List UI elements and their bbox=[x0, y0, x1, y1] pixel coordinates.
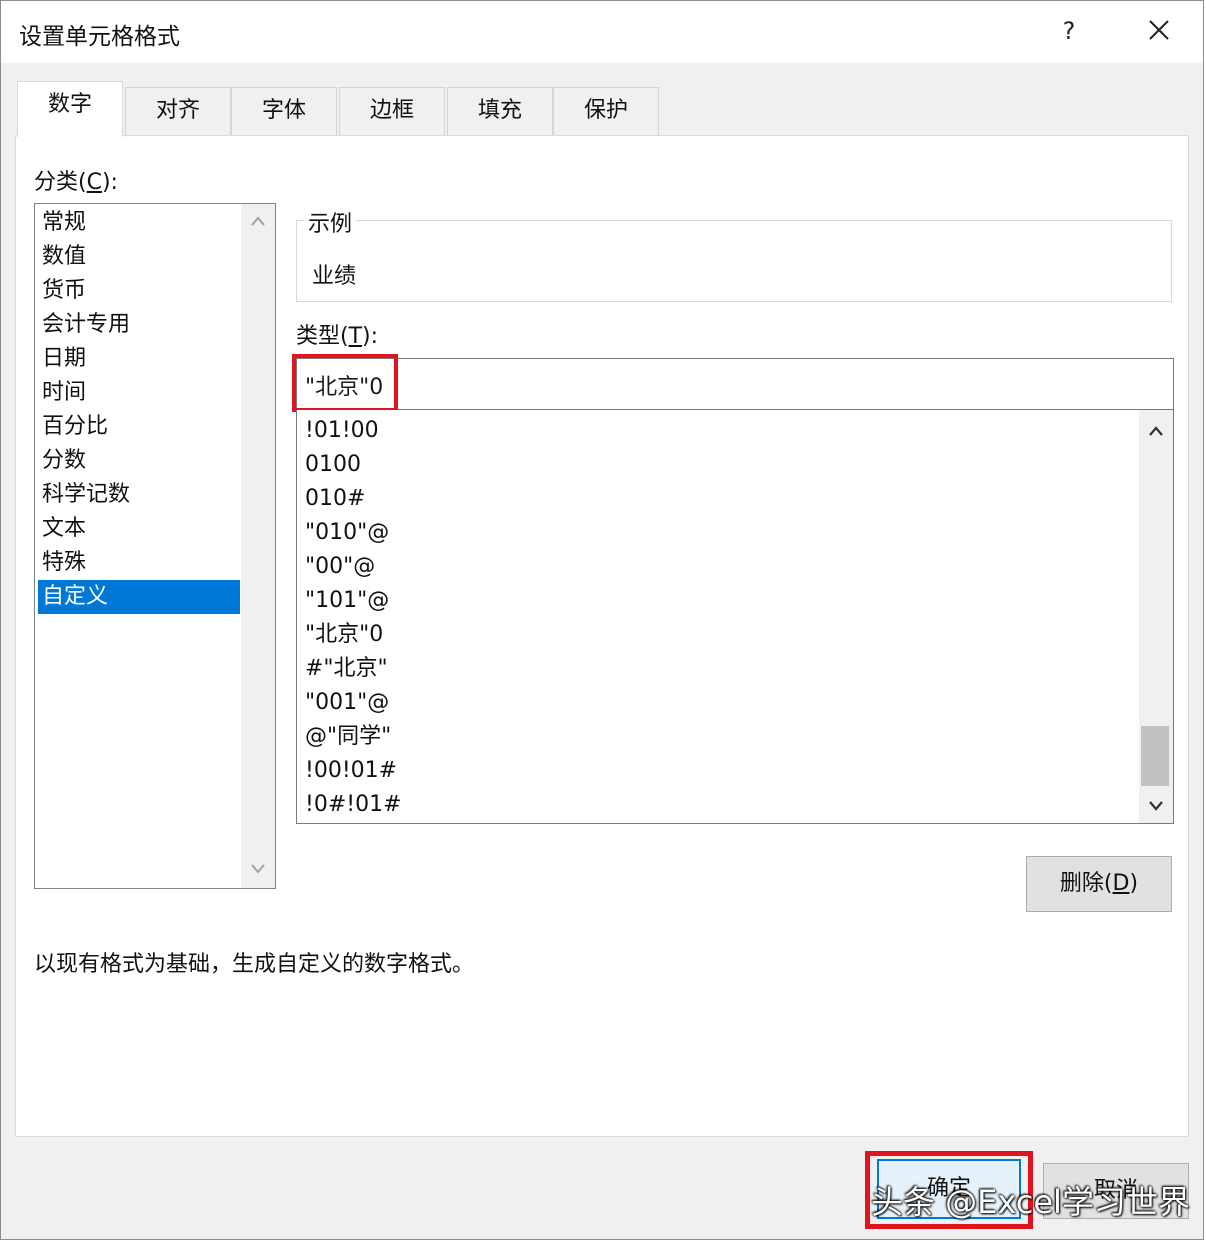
format-item[interactable]: !0#!01# bbox=[305, 788, 402, 822]
category-label-prefix: 分类( bbox=[34, 170, 87, 195]
format-item[interactable]: !01!00 bbox=[305, 414, 379, 448]
format-item[interactable]: "00"@ bbox=[305, 550, 375, 584]
chevron-down-icon bbox=[251, 864, 265, 874]
scroll-down-button[interactable] bbox=[241, 856, 275, 884]
category-item[interactable]: 货币 bbox=[38, 274, 240, 308]
sample-group bbox=[296, 220, 1172, 302]
format-item[interactable]: 010# bbox=[305, 482, 365, 516]
format-scrollbar[interactable] bbox=[1139, 410, 1173, 823]
category-item[interactable]: 日期 bbox=[38, 342, 240, 376]
description-text: 以现有格式为基础，生成自定义的数字格式。 bbox=[34, 952, 475, 977]
type-input-highlight bbox=[292, 354, 398, 412]
format-item[interactable]: 0100 bbox=[305, 448, 361, 482]
category-label-key: C bbox=[86, 170, 102, 195]
chevron-up-icon bbox=[251, 216, 265, 226]
delete-button[interactable]: 删除(D) bbox=[1026, 856, 1172, 912]
format-cells-dialog: 设置单元格格式 ? 数字 对齐 字体 边框 填充 保护 分类(C): 常规 数值… bbox=[0, 0, 1204, 1240]
delete-label-suffix: ) bbox=[1129, 871, 1139, 896]
tab-fill[interactable]: 填充 bbox=[447, 87, 553, 135]
category-item-selected[interactable]: 自定义 bbox=[38, 580, 240, 614]
category-item[interactable]: 会计专用 bbox=[38, 308, 240, 342]
tab-border[interactable]: 边框 bbox=[339, 87, 445, 135]
category-label: 分类(C): bbox=[34, 164, 118, 196]
tab-font[interactable]: 字体 bbox=[231, 87, 337, 135]
close-button[interactable] bbox=[1137, 11, 1181, 51]
chevron-down-icon bbox=[1149, 801, 1163, 811]
type-label: 类型(T): bbox=[296, 318, 378, 350]
category-list[interactable]: 常规 数值 货币 会计专用 日期 时间 百分比 分数 科学记数 文本 特殊 自定… bbox=[34, 203, 276, 889]
dialog-title: 设置单元格格式 bbox=[19, 24, 180, 50]
format-item[interactable]: "101"@ bbox=[305, 584, 389, 618]
category-item[interactable]: 时间 bbox=[38, 376, 240, 410]
scroll-up-button[interactable] bbox=[1139, 418, 1173, 446]
format-item[interactable]: @"同学" bbox=[305, 720, 391, 754]
category-item[interactable]: 百分比 bbox=[38, 410, 240, 444]
type-label-key: T bbox=[348, 324, 363, 349]
type-input[interactable]: "北京"0 bbox=[296, 358, 1174, 410]
category-item[interactable]: 文本 bbox=[38, 512, 240, 546]
category-scrollbar[interactable] bbox=[241, 204, 275, 888]
scroll-down-button[interactable] bbox=[1139, 793, 1173, 821]
type-label-prefix: 类型( bbox=[296, 324, 349, 349]
number-tab-panel: 分类(C): 常规 数值 货币 会计专用 日期 时间 百分比 分数 科学记数 文… bbox=[15, 135, 1189, 1137]
category-item[interactable]: 科学记数 bbox=[38, 478, 240, 512]
delete-label-key: D bbox=[1112, 871, 1130, 896]
close-icon bbox=[1149, 20, 1169, 40]
scroll-up-button[interactable] bbox=[241, 208, 275, 236]
tab-number[interactable]: 数字 bbox=[17, 81, 123, 137]
scroll-thumb[interactable] bbox=[1141, 726, 1169, 786]
format-item[interactable]: "010"@ bbox=[305, 516, 389, 550]
sample-value: 业绩 bbox=[312, 264, 357, 289]
category-label-suffix: ): bbox=[101, 170, 118, 195]
category-item[interactable]: 特殊 bbox=[38, 546, 240, 580]
format-item[interactable]: !00!01# bbox=[305, 754, 397, 788]
sample-legend: 示例 bbox=[304, 206, 357, 238]
format-item[interactable]: "001"@ bbox=[305, 686, 389, 720]
category-item[interactable]: 常规 bbox=[38, 206, 240, 240]
tab-alignment[interactable]: 对齐 bbox=[125, 87, 231, 135]
format-item[interactable]: #"北京" bbox=[305, 652, 388, 686]
tab-protection[interactable]: 保护 bbox=[553, 87, 659, 135]
watermark-text: 头条 @Excel学习世界 bbox=[871, 1183, 1190, 1221]
help-button[interactable]: ? bbox=[1051, 11, 1087, 51]
format-item[interactable]: "北京"0 bbox=[305, 618, 383, 652]
type-label-suffix: ): bbox=[362, 324, 379, 349]
category-item[interactable]: 分数 bbox=[38, 444, 240, 478]
category-item[interactable]: 数值 bbox=[38, 240, 240, 274]
title-bar: 设置单元格格式 ? bbox=[1, 1, 1203, 63]
format-list[interactable]: !01!00 0100 010# "010"@ "00"@ "101"@ "北京… bbox=[296, 410, 1174, 824]
chevron-up-icon bbox=[1149, 426, 1163, 436]
delete-label-prefix: 删除( bbox=[1059, 871, 1113, 896]
